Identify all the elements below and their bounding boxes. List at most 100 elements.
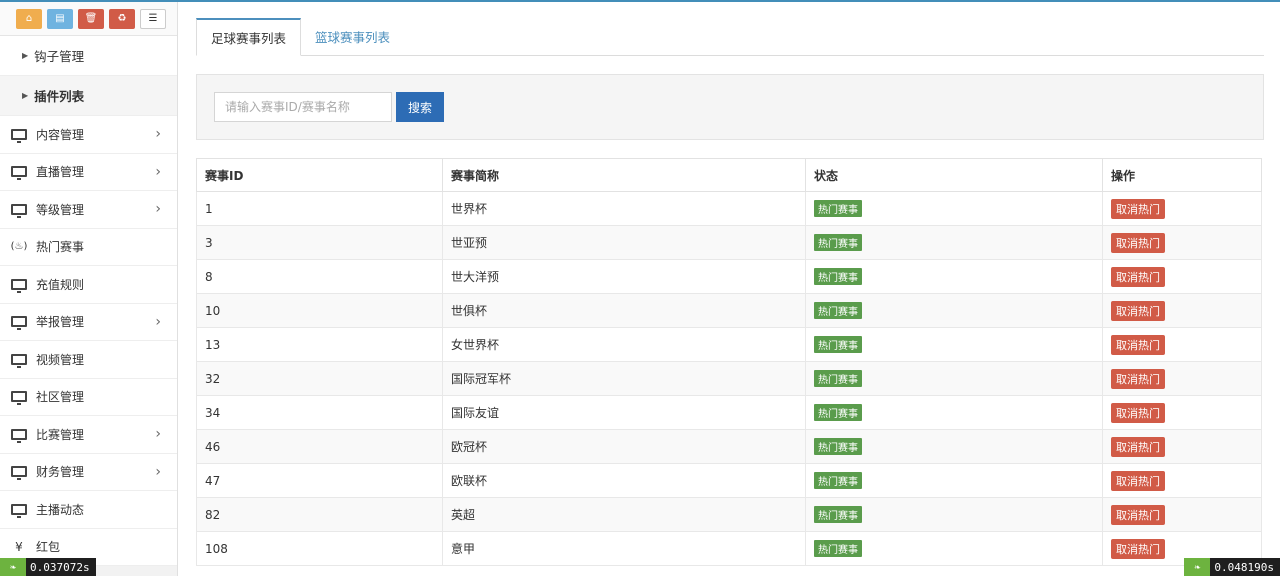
sidebar-subitem-label: 插件列表 [34,89,85,104]
sidebar-item[interactable]: 比赛管理 › [0,416,177,454]
sidebar-item-label: 主播动态 [36,502,85,517]
sidebar-item-label: 等级管理 [36,202,85,217]
table-row: 13 女世界杯 热门赛事 取消热门 [196,327,1262,362]
yen-icon: ¥ [15,539,23,554]
table-row: 47 欧联杯 热门赛事 取消热门 [196,463,1262,498]
table-header-row: 赛事ID 赛事简称 状态 操作 [196,158,1262,192]
cancel-hot-button[interactable]: 取消热门 [1111,334,1165,355]
table-row: 8 世大洋预 热门赛事 取消热门 [196,259,1262,294]
sidebar-item[interactable]: 直播管理 › [0,153,177,191]
search-button[interactable]: 搜索 [396,92,444,122]
table-row: 108 意甲 热门赛事 取消热门 [196,531,1262,566]
status-badge-cell: 热门赛事 [805,361,1103,396]
caret-right-icon: ▶ [22,51,29,60]
cancel-hot-button[interactable]: 取消热门 [1111,368,1165,389]
list-icon[interactable]: ☰ [140,8,166,29]
event-id-cell: 3 [196,225,443,260]
sidebar-item[interactable]: 财务管理 › [0,453,177,491]
monitor-icon [10,315,28,331]
trash-icon[interactable]: 🗑 [78,8,104,29]
cancel-hot-button[interactable]: 取消热门 [1111,232,1165,253]
status-badge: 热门赛事 [814,336,862,353]
status-badge: 热门赛事 [814,438,862,455]
monitor-icon [10,128,28,143]
recycle-icon[interactable]: ♻ [109,8,135,29]
status-badge: 热门赛事 [814,302,862,319]
event-id-cell: 1 [196,191,443,226]
monitor-icon [10,465,28,481]
status-badge-cell: 热门赛事 [805,191,1103,226]
status-badge-cell: 热门赛事 [805,259,1103,294]
table-row: 1 世界杯 热门赛事 取消热门 [196,191,1262,226]
cancel-hot-button[interactable]: 取消热门 [1111,300,1165,321]
monitor-icon [10,203,28,218]
event-name-cell: 世亚预 [442,225,806,260]
table-row: 10 世俱杯 热门赛事 取消热门 [196,293,1262,328]
cancel-hot-button[interactable]: 取消热门 [1111,266,1165,287]
event-name-cell: 国际友谊 [442,395,806,430]
search-input[interactable] [214,92,392,122]
event-id-cell: 8 [196,259,443,294]
status-badge-cell: 热门赛事 [805,497,1103,532]
event-name-cell: 英超 [442,497,806,532]
cancel-hot-button-cell: 取消热门 [1102,225,1262,260]
sidebar-subitem[interactable]: ▶ 插件列表 [0,76,177,116]
status-badge: 热门赛事 [814,268,862,285]
document-icon[interactable]: ▤ [47,8,73,29]
status-badge: 热门赛事 [814,234,862,251]
sidebar-item-label: 热门赛事 [36,240,85,255]
status-badge-cell: 热门赛事 [805,463,1103,498]
events-table: 赛事ID 赛事简称 状态 操作 1 世界杯 热门赛事 取消热门 3 世亚预 热门赛事 取消热门… [196,158,1262,566]
shortcut-bar: ⌂ ▤ 🗑 ♻ ☰ [0,2,177,36]
table-row: 3 世亚预 热门赛事 取消热门 [196,225,1262,260]
sidebar-item[interactable]: 内容管理 › [0,116,177,154]
event-name-cell: 欧联杯 [442,463,806,498]
event-id-cell: 32 [196,361,443,396]
status-badge-cell: 热门赛事 [805,327,1103,362]
table-row: 32 国际冠军杯 热门赛事 取消热门 [196,361,1262,396]
cancel-hot-button[interactable]: 取消热门 [1111,538,1165,559]
sidebar-item-label: 充值规则 [36,277,85,292]
event-name-cell: 意甲 [442,531,806,566]
caret-right-icon: ▶ [22,91,29,100]
header-event-name: 赛事简称 [442,158,806,192]
sidebar-subitem-label: 钩子管理 [34,49,85,64]
cancel-hot-button[interactable]: 取消热门 [1111,436,1165,457]
chevron-right-icon: › [155,163,161,180]
tab[interactable]: 足球赛事列表 [196,18,302,56]
sidebar-item-label: 直播管理 [36,165,85,180]
sidebar-item-label: 红包 [36,540,61,555]
search-bar: 搜索 [196,74,1264,140]
chevron-right-icon: › [155,426,161,443]
cancel-hot-button[interactable]: 取消热门 [1111,402,1165,423]
home-icon[interactable]: ⌂ [16,8,42,29]
fire-icon: (♨) [10,241,28,253]
sidebar-subitem[interactable]: ▶ 钩子管理 [0,36,177,76]
status-badge-cell: 热门赛事 [805,225,1103,260]
event-name-cell: 欧冠杯 [442,429,806,464]
tab[interactable]: 篮球赛事列表 [301,17,404,55]
status-badge: 热门赛事 [814,404,862,421]
event-name-cell: 世俱杯 [442,293,806,328]
sidebar-item[interactable]: 主播动态 [0,491,177,529]
event-id-cell: 82 [196,497,443,532]
sidebar-item[interactable]: (♨) 热门赛事 [0,228,177,266]
cancel-hot-button[interactable]: 取消热门 [1111,470,1165,491]
monitor-icon [10,353,28,368]
sidebar-item[interactable]: 视频管理 [0,341,177,379]
monitor-icon [10,503,28,518]
event-id-cell: 108 [196,531,443,566]
cancel-hot-button[interactable]: 取消热门 [1111,198,1165,219]
cancel-hot-button[interactable]: 取消热门 [1111,504,1165,525]
sidebar-item[interactable]: 举报管理 › [0,303,177,341]
header-event-id: 赛事ID [196,158,443,192]
sidebar-item[interactable]: 社区管理 [0,378,177,416]
header-action: 操作 [1102,158,1262,192]
table-row: 34 国际友谊 热门赛事 取消热门 [196,395,1262,430]
status-badge-cell: 热门赛事 [805,429,1103,464]
sidebar-item[interactable]: 充值规则 [0,266,177,304]
sidebar-item[interactable]: 等级管理 › [0,191,177,229]
sidebar-nav: 内容管理 › 直播管理 › 等级管理 › (♨) 热门赛事 充值规则 举报管理 › 视频管理 社区管理比… [0,116,177,566]
left-timer-overlay: ❧ 0.037072s [0,558,96,576]
monitor-icon [10,428,28,443]
